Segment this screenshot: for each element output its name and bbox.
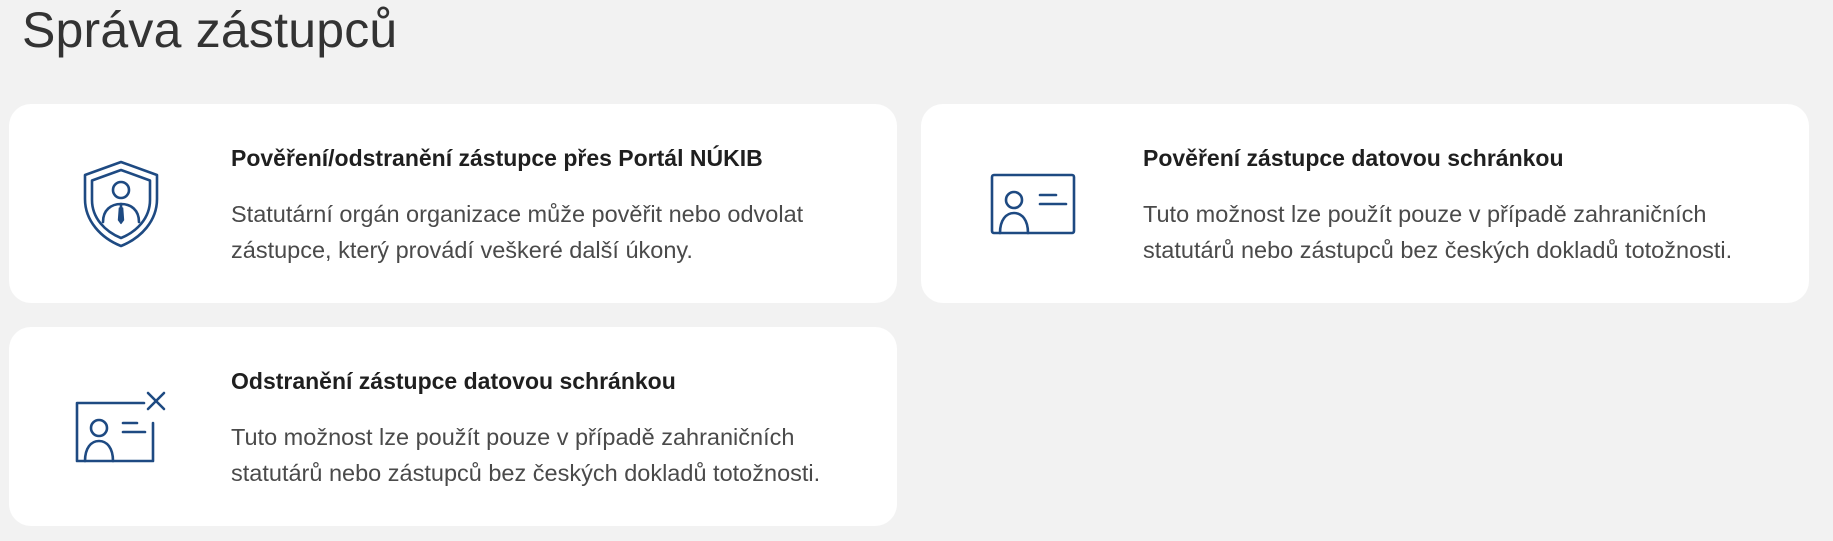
card-description: Tuto možnost lze použít pouze v případě …: [1143, 201, 1733, 263]
card-title: Pověření/odstranění zástupce přes Portál…: [231, 145, 763, 171]
shield-person-icon: [69, 152, 173, 256]
id-card-icon: [981, 152, 1085, 256]
card-delegate-datova-schranka[interactable]: Pověření zástupce datovou schránkou Tuto…: [921, 104, 1809, 303]
page-title: Správa zástupců: [22, 2, 398, 58]
id-card-remove-icon: [69, 375, 173, 479]
card-portal-nukib[interactable]: Pověření/odstranění zástupce přes Portál…: [9, 104, 897, 303]
card-title: Pověření zástupce datovou schránkou: [1143, 145, 1564, 171]
card-description: Statutární orgán organizace může pověřit…: [231, 201, 804, 263]
card-description: Tuto možnost lze použít pouze v případě …: [231, 424, 821, 486]
card-remove-datova-schranka[interactable]: Odstranění zástupce datovou schránkou Tu…: [9, 327, 897, 526]
card-title: Odstranění zástupce datovou schránkou: [231, 368, 676, 394]
